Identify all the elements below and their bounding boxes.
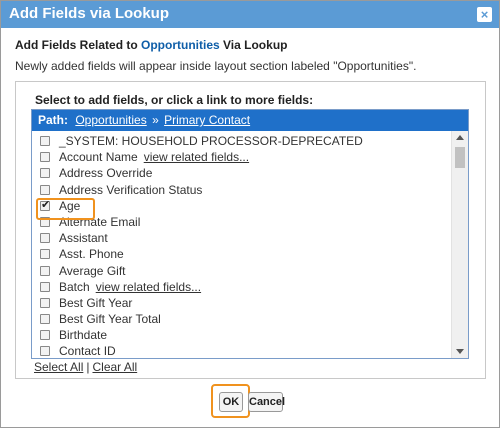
field-label: Batch xyxy=(59,279,90,294)
field-item[interactable]: Age xyxy=(40,198,440,215)
dialog-subtext: Newly added fields will appear inside la… xyxy=(15,59,417,73)
dialog-title: Add Fields via Lookup xyxy=(9,5,170,22)
field-item[interactable]: Best Gift Year Total xyxy=(40,312,440,328)
path-separator: » xyxy=(152,113,159,127)
field-label: Asst. Phone xyxy=(59,247,124,262)
fields-list: _SYSTEM: HOUSEHOLD PROCESSOR-DEPRECATED A… xyxy=(40,134,440,359)
view-related-fields-link[interactable]: view related fields... xyxy=(144,150,249,164)
field-item[interactable]: Alternate Email xyxy=(40,215,440,231)
path-bar: Path: Opportunities » Primary Contact xyxy=(32,110,468,131)
cancel-button[interactable]: Cancel xyxy=(248,392,285,412)
field-checkbox[interactable] xyxy=(40,330,50,341)
field-checkbox[interactable] xyxy=(40,265,50,276)
field-item[interactable]: Address Verification Status xyxy=(40,183,440,199)
field-item[interactable]: Best Gift Year xyxy=(40,296,440,312)
fields-listbox[interactable]: Path: Opportunities » Primary Contact _S… xyxy=(31,109,469,359)
add-fields-dialog: Add Fields via Lookup × Add Fields Relat… xyxy=(0,0,500,428)
close-icon[interactable]: × xyxy=(477,7,492,22)
view-related-fields-link[interactable]: view related fields... xyxy=(96,280,201,294)
select-clear-links: Select All | Clear All xyxy=(34,360,137,374)
scroll-up-icon[interactable] xyxy=(456,135,464,140)
field-item[interactable]: _SYSTEM: HOUSEHOLD PROCESSOR-DEPRECATED xyxy=(40,134,440,150)
field-label: Address Verification Status xyxy=(59,182,203,197)
field-item[interactable]: Birthdate xyxy=(40,328,440,344)
field-label: Address Override xyxy=(59,166,153,181)
field-checkbox[interactable] xyxy=(40,346,50,357)
ok-button[interactable]: OK xyxy=(219,392,243,412)
select-all-link[interactable]: Select All xyxy=(34,360,83,374)
field-item[interactable]: Contact ID xyxy=(40,344,440,359)
field-checkbox[interactable] xyxy=(40,152,50,163)
field-checkbox[interactable] xyxy=(40,297,50,308)
field-label: _SYSTEM: HOUSEHOLD PROCESSOR-DEPRECATED xyxy=(59,134,363,148)
field-item[interactable]: Asst. Phone xyxy=(40,247,440,263)
dialog-titlebar: Add Fields via Lookup × xyxy=(1,1,499,28)
field-item[interactable]: Address Override xyxy=(40,166,440,182)
scroll-down-icon[interactable] xyxy=(456,349,464,354)
field-checkbox[interactable] xyxy=(40,168,50,179)
field-checkbox[interactable] xyxy=(40,233,50,244)
dialog-heading: Add Fields Related to Opportunities Via … xyxy=(15,38,287,52)
field-label: Average Gift xyxy=(59,263,126,278)
field-label: Birthdate xyxy=(59,328,108,343)
section-label: Select to add fields, or click a link to… xyxy=(35,93,314,107)
field-checkbox[interactable] xyxy=(40,184,50,195)
age-highlight-box xyxy=(36,198,95,220)
clear-all-link[interactable]: Clear All xyxy=(92,360,137,374)
field-label: Account Name xyxy=(59,150,138,165)
path-label: Path: xyxy=(38,113,68,127)
field-checkbox[interactable] xyxy=(40,281,50,292)
select-separator: | xyxy=(86,360,90,374)
heading-prefix: Add Fields Related to xyxy=(15,38,142,52)
path-link-opportunities[interactable]: Opportunities xyxy=(75,113,146,127)
listbox-scrollbar[interactable] xyxy=(451,131,468,358)
field-item[interactable]: Assistant xyxy=(40,231,440,247)
heading-suffix: Via Lookup xyxy=(219,38,288,52)
field-checkbox[interactable] xyxy=(40,136,50,146)
scroll-thumb[interactable] xyxy=(455,147,465,168)
field-label: Best Gift Year xyxy=(59,295,133,310)
field-item[interactable]: Batch view related fields... xyxy=(40,280,440,296)
field-label: Assistant xyxy=(59,231,108,246)
field-item[interactable]: Account Name view related fields... xyxy=(40,150,440,166)
heading-object: Opportunities xyxy=(141,38,220,52)
field-checkbox[interactable] xyxy=(40,249,50,260)
field-label: Best Gift Year Total xyxy=(59,312,161,327)
field-item[interactable]: Average Gift xyxy=(40,264,440,280)
field-label: Contact ID xyxy=(59,344,116,359)
field-checkbox[interactable] xyxy=(40,314,50,325)
path-link-primary-contact[interactable]: Primary Contact xyxy=(164,113,250,127)
